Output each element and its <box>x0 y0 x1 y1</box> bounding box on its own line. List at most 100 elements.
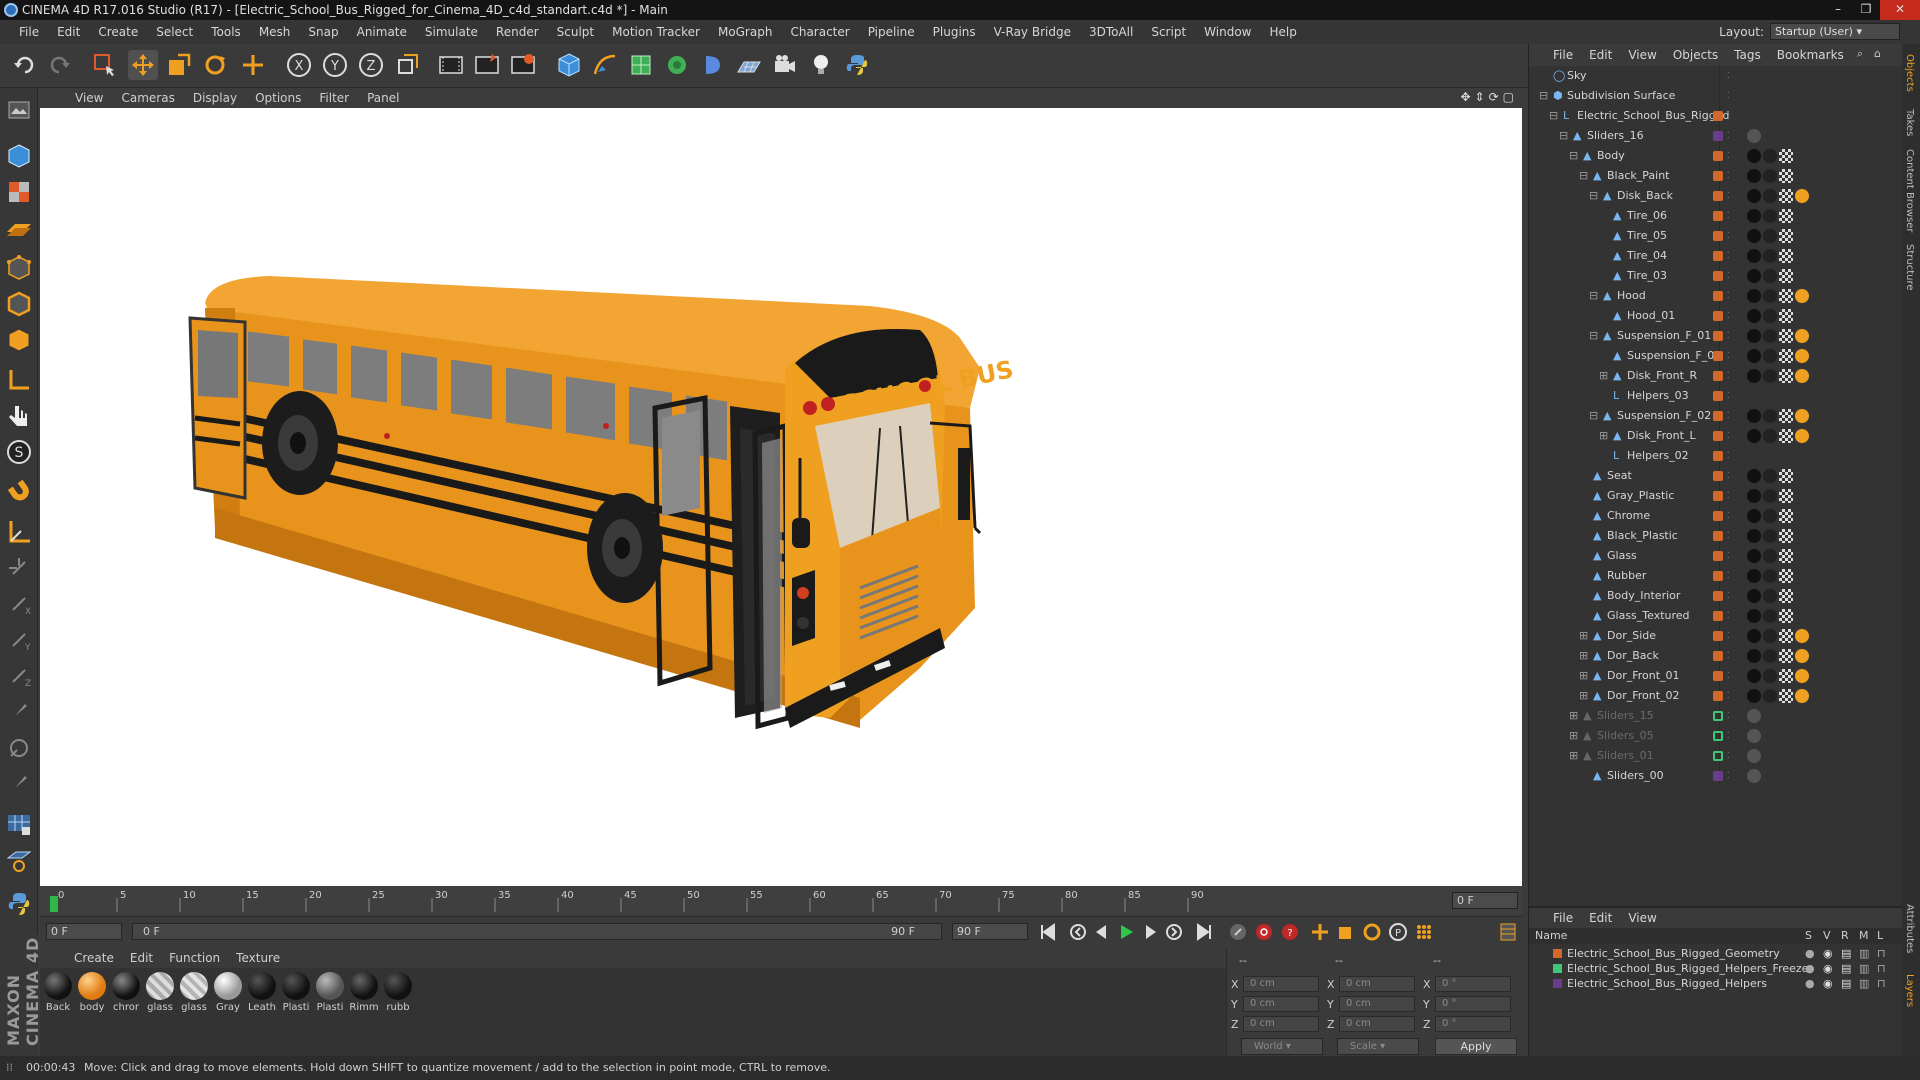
layout-select[interactable]: Startup (User) ▾ <box>1770 23 1900 40</box>
object-row[interactable]: ⊟ ▲ Suspension_F_02 ⁚ <box>1529 406 1903 426</box>
texture-tag-icon[interactable] <box>1779 509 1793 523</box>
layer-color-icon[interactable] <box>1713 151 1723 161</box>
material-tag-icon[interactable] <box>1763 269 1777 283</box>
lm-menu-file[interactable]: File <box>1545 911 1581 925</box>
visibility-dots-icon[interactable]: ⁚ <box>1727 526 1730 546</box>
material-tag-icon[interactable] <box>1747 509 1761 523</box>
rotation-p-field[interactable]: 0 ° <box>1435 996 1511 1012</box>
key-position-icon[interactable] <box>1308 921 1332 943</box>
render-to-picture-viewer-icon[interactable] <box>472 50 502 80</box>
viewport-menu-cameras[interactable]: Cameras <box>112 91 183 105</box>
object-row[interactable]: ▲ Glass ⁚ <box>1529 546 1903 566</box>
material-tag-icon[interactable] <box>1763 289 1777 303</box>
go-to-start-icon[interactable] <box>1036 921 1060 943</box>
material-tag-icon[interactable] <box>1747 569 1761 583</box>
material-menu-function[interactable]: Function <box>161 951 228 965</box>
layer-row[interactable]: Electric_School_Bus_Rigged_Helpers ● ◉ ▤… <box>1529 976 1903 991</box>
cube-object-icon[interactable] <box>554 50 584 80</box>
texture-tag-icon[interactable] <box>1779 529 1793 543</box>
expand-icon[interactable]: ⊞ <box>1599 426 1608 446</box>
record-active-icon[interactable] <box>1252 921 1276 943</box>
layer-color-icon[interactable] <box>1713 711 1723 721</box>
material-tag-icon[interactable] <box>1763 369 1777 383</box>
material-tag-icon[interactable] <box>1747 769 1761 783</box>
material-tag-icon[interactable] <box>1763 609 1777 623</box>
material-tag-icon[interactable] <box>1763 309 1777 323</box>
visibility-dots-icon[interactable]: ⁚ <box>1727 186 1730 206</box>
snapping-icon[interactable]: S <box>3 436 35 468</box>
material-tag-icon[interactable] <box>1763 329 1777 343</box>
collapse-icon[interactable]: ⊟ <box>1589 406 1598 426</box>
object-row[interactable]: ⊞ ▲ Sliders_05 ⁚ <box>1529 726 1903 746</box>
object-row[interactable]: ▲ Hood_01 ⁚ <box>1529 306 1903 326</box>
texture-tag-icon[interactable] <box>1779 149 1793 163</box>
brush-icon[interactable] <box>3 696 35 728</box>
layer-color-icon[interactable] <box>1713 211 1723 221</box>
material-menu-edit[interactable]: Edit <box>122 951 161 965</box>
spline-pen-icon[interactable] <box>590 50 620 80</box>
material-tag-icon[interactable] <box>1763 189 1777 203</box>
layer-visible-icon[interactable]: ◉ <box>1823 946 1833 961</box>
material-tag-icon[interactable] <box>1747 709 1761 723</box>
material-tag-icon[interactable] <box>1795 409 1809 423</box>
material-tag-icon[interactable] <box>1747 249 1761 263</box>
layer-color-icon[interactable] <box>1713 311 1723 321</box>
layer-color-icon[interactable] <box>1713 411 1723 421</box>
texture-tag-icon[interactable] <box>1779 469 1793 483</box>
layer-color-icon[interactable] <box>1713 71 1723 81</box>
material-swatch[interactable]: glass <box>178 972 210 1013</box>
om-menu-file[interactable]: File <box>1545 48 1581 62</box>
rotate-tool-icon[interactable] <box>200 50 230 80</box>
material-swatch[interactable]: glass <box>144 972 176 1013</box>
visibility-dots-icon[interactable]: ⁚ <box>1727 686 1730 706</box>
layer-color-icon[interactable] <box>1713 651 1723 661</box>
material-swatch[interactable]: Rimm <box>348 972 380 1013</box>
model-mode-icon[interactable] <box>3 140 35 172</box>
layer-solo-icon[interactable]: ● <box>1805 961 1815 976</box>
undo-icon[interactable] <box>10 50 40 80</box>
collapse-icon[interactable]: ⊟ <box>1549 106 1558 126</box>
layer-color-icon[interactable] <box>1713 631 1723 641</box>
menu-render[interactable]: Render <box>487 25 548 39</box>
tweak-mode-icon[interactable] <box>3 400 35 432</box>
visibility-dots-icon[interactable]: ⁚ <box>1727 486 1730 506</box>
tab-takes[interactable]: Takes <box>1904 109 1915 136</box>
layer-color-icon[interactable] <box>1713 111 1723 121</box>
frame-range-slider[interactable]: 0 F 90 F <box>132 923 942 940</box>
texture-tag-icon[interactable] <box>1779 229 1793 243</box>
scale-tool-icon[interactable] <box>164 50 194 80</box>
layer-lock-icon[interactable]: ⊓ <box>1877 961 1886 976</box>
texture-tag-icon[interactable] <box>1779 209 1793 223</box>
layer-color-icon[interactable] <box>1713 251 1723 261</box>
material-tag-icon[interactable] <box>1747 209 1761 223</box>
material-tag-icon[interactable] <box>1795 289 1809 303</box>
workplane-mode-icon[interactable] <box>3 212 35 244</box>
material-tag-icon[interactable] <box>1763 509 1777 523</box>
object-row[interactable]: ⊞ ▲ Dor_Front_01 ⁚ <box>1529 666 1903 686</box>
material-tag-icon[interactable] <box>1795 689 1809 703</box>
floor-icon[interactable] <box>734 50 764 80</box>
layer-color-icon[interactable] <box>1713 471 1723 481</box>
object-row[interactable]: ◯ Sky ⁚ <box>1529 66 1903 86</box>
paint-brush-icon[interactable] <box>3 768 35 800</box>
material-tag-icon[interactable] <box>1763 149 1777 163</box>
visibility-dots-icon[interactable]: ⁚ <box>1727 306 1730 326</box>
material-tag-icon[interactable] <box>1795 649 1809 663</box>
viewport-menu-options[interactable]: Options <box>246 91 310 105</box>
material-tag-icon[interactable] <box>1763 489 1777 503</box>
visibility-dots-icon[interactable]: ⁚ <box>1727 586 1730 606</box>
3d-viewport[interactable]: SCHOOL BUS <box>40 108 1522 886</box>
visibility-dots-icon[interactable]: ⁚ <box>1727 146 1730 166</box>
visibility-dots-icon[interactable]: ⁚ <box>1727 666 1730 686</box>
material-tag-icon[interactable] <box>1747 729 1761 743</box>
key-scale-icon[interactable] <box>1334 921 1358 943</box>
layer-color-icon[interactable] <box>1713 331 1723 341</box>
layer-lock-icon[interactable]: ⊓ <box>1877 946 1886 961</box>
material-tag-icon[interactable] <box>1763 649 1777 663</box>
texture-tag-icon[interactable] <box>1779 249 1793 263</box>
key-parameter-icon[interactable]: P <box>1386 921 1410 943</box>
move-view-icon[interactable]: ✥ <box>1460 90 1470 104</box>
visibility-dots-icon[interactable]: ⁚ <box>1727 746 1730 766</box>
material-tag-icon[interactable] <box>1763 529 1777 543</box>
position-x-field[interactable]: 0 cm <box>1243 976 1319 992</box>
